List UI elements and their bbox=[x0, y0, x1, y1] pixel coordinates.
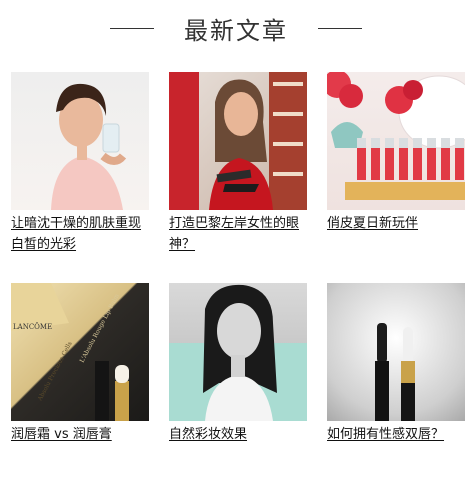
article-title-link[interactable]: 润唇霜 vs 润唇膏 bbox=[11, 424, 149, 445]
section-heading: 最新文章 bbox=[0, 8, 472, 48]
article-card[interactable]: 让暗沈干燥的肌肤重现白皙的光彩 bbox=[11, 72, 149, 255]
article-title-link[interactable]: 俏皮夏日新玩伴 bbox=[327, 213, 465, 234]
article-title-link[interactable]: 让暗沈干燥的肌肤重现白皙的光彩 bbox=[11, 213, 149, 255]
article-thumbnail[interactable] bbox=[327, 72, 465, 210]
article-thumbnail[interactable] bbox=[169, 72, 307, 210]
article-card[interactable]: 打造巴黎左岸女性的眼神？ bbox=[169, 72, 307, 255]
article-title-link[interactable]: 如何拥有性感双唇？ bbox=[327, 424, 465, 445]
heading-left-rule bbox=[110, 27, 154, 29]
article-card[interactable]: 自然彩妆效果 bbox=[169, 283, 307, 445]
article-title-link[interactable]: 打造巴黎左岸女性的眼神？ bbox=[169, 213, 307, 255]
article-thumbnail[interactable] bbox=[11, 72, 149, 210]
roses-and-lipsticks-image bbox=[327, 72, 465, 200]
product-script-text: Absolu Precious Cells bbox=[36, 341, 74, 403]
product-script-text: L'Absolu Rouge Lip Balm bbox=[79, 293, 121, 364]
article-card[interactable]: LANCÔME Absolu Precious Cells L'Absolu R… bbox=[11, 283, 149, 445]
heading-right-rule bbox=[318, 27, 362, 29]
brand-logo-text: LANCÔME bbox=[13, 322, 52, 331]
latest-articles-section: 最新文章 让暗沈干燥的肌肤重现白皙的光彩 打造巴黎左岸女性的眼神？ 俏皮夏日新玩… bbox=[0, 0, 472, 494]
lipstick-tubes-image bbox=[375, 323, 415, 421]
article-title-link[interactable]: 自然彩妆效果 bbox=[169, 424, 307, 445]
section-title: 最新文章 bbox=[184, 16, 288, 45]
article-card[interactable]: 俏皮夏日新玩伴 bbox=[327, 72, 465, 234]
article-thumbnail[interactable] bbox=[169, 283, 307, 421]
woman-portrait-image bbox=[169, 284, 307, 421]
article-thumbnail[interactable] bbox=[327, 283, 465, 421]
woman-with-palette-image bbox=[169, 72, 307, 210]
lancome-lip-balm-image: LANCÔME Absolu Precious Cells L'Absolu R… bbox=[11, 283, 129, 421]
article-card[interactable]: 如何拥有性感双唇？ bbox=[327, 283, 465, 445]
article-thumbnail[interactable]: LANCÔME Absolu Precious Cells L'Absolu R… bbox=[11, 283, 149, 421]
woman-drinking-water-image bbox=[51, 83, 127, 210]
